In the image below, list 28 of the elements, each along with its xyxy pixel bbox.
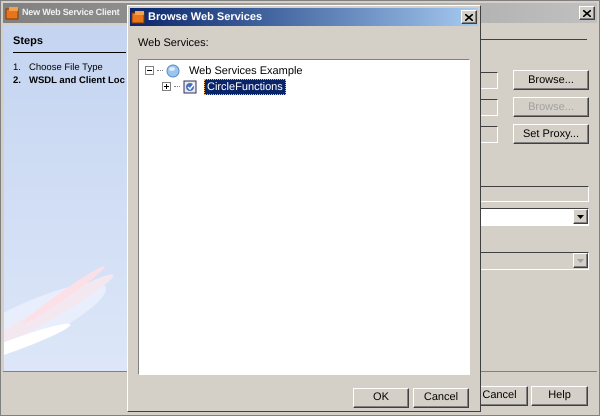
dialog-title: Browse Web Services <box>148 10 262 25</box>
tree-label: Web Services: <box>138 36 210 51</box>
globe-icon <box>166 64 180 78</box>
app-icon <box>5 6 19 20</box>
close-icon <box>465 14 473 20</box>
step-item: 2. WSDL and Client Loc <box>13 74 125 86</box>
service-icon <box>183 80 198 94</box>
text-field[interactable] <box>478 186 589 202</box>
collapse-icon[interactable] <box>145 66 154 75</box>
browse-button[interactable]: Set Proxy... <box>513 124 589 144</box>
dropdown-arrow-icon <box>577 214 584 218</box>
step-item: 1. Choose File Type <box>13 60 103 74</box>
close-button[interactable] <box>579 6 595 20</box>
steps-heading: Steps <box>13 33 126 52</box>
expand-icon[interactable] <box>162 82 171 91</box>
tree-item[interactable]: CircleFunctions <box>204 78 286 94</box>
dialog-button[interactable]: Cancel <box>413 388 469 408</box>
dropdown-arrow-icon <box>577 258 584 262</box>
window-title: New Web Service Client <box>22 6 120 20</box>
footer-button[interactable]: Help <box>531 386 588 406</box>
browse-button[interactable]: Browse... <box>513 70 589 90</box>
tree-item[interactable]: Web Services Example <box>186 62 306 78</box>
app-icon <box>131 10 145 24</box>
combo-box[interactable] <box>478 208 589 226</box>
close-icon <box>583 10 591 16</box>
dialog-button[interactable]: OK <box>353 388 409 408</box>
tree-view[interactable]: Web Services Example CircleFunctions <box>138 58 470 374</box>
close-button[interactable] <box>461 10 477 24</box>
